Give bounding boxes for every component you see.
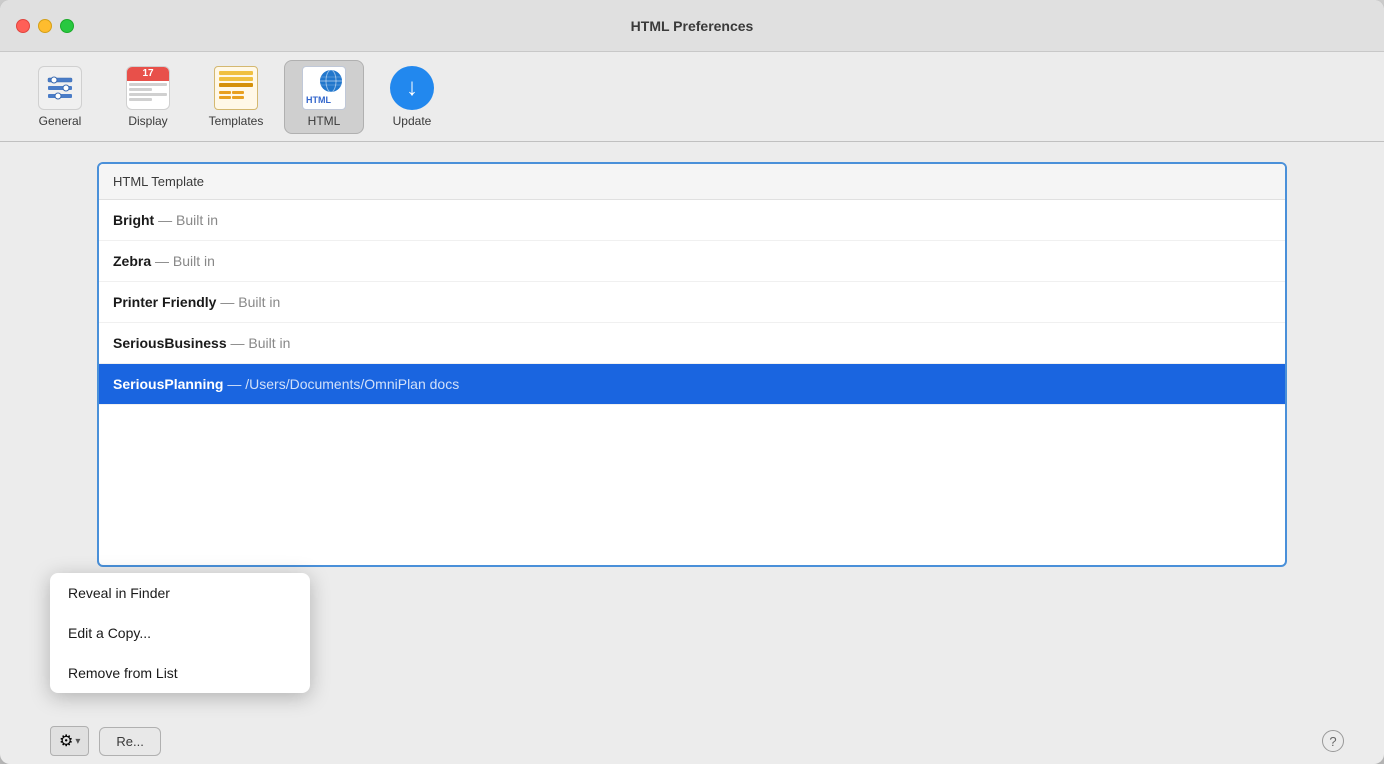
- toolbar-label-update: Update: [393, 114, 432, 128]
- display-icon: 17: [126, 66, 170, 110]
- toolbar-item-update[interactable]: ↓ Update: [372, 60, 452, 134]
- list-item-bright[interactable]: Bright — Built in: [99, 200, 1285, 241]
- html-icon: HTML: [302, 66, 346, 110]
- bottom-bar: ⚙ ▾ Reveal in Finder Edit a Copy... Remo…: [0, 718, 1384, 764]
- revert-button[interactable]: Re...: [99, 727, 160, 756]
- update-icon: ↓: [390, 66, 434, 110]
- toolbar-label-html: HTML: [308, 114, 341, 128]
- item-name-printer-friendly: Printer Friendly: [113, 294, 216, 310]
- general-icon: [38, 66, 82, 110]
- close-button[interactable]: [16, 19, 30, 33]
- window-title: HTML Preferences: [631, 18, 754, 34]
- toolbar-item-html[interactable]: HTML HTML: [284, 60, 364, 134]
- item-name-serious-business: SeriousBusiness: [113, 335, 227, 351]
- help-button[interactable]: ?: [1322, 730, 1344, 752]
- main-window: HTML Preferences: [0, 0, 1384, 764]
- item-subtitle-printer-friendly: — Built in: [220, 294, 280, 310]
- templates-icon: [214, 66, 258, 110]
- item-subtitle-serious-planning: — /Users/Documents/OmniPlan docs: [227, 376, 459, 392]
- item-name-bright: Bright: [113, 212, 154, 228]
- toolbar-item-general[interactable]: General: [20, 60, 100, 134]
- dropdown-item-edit-copy[interactable]: Edit a Copy...: [50, 613, 310, 653]
- list-item-serious-business[interactable]: SeriousBusiness — Built in: [99, 323, 1285, 364]
- list-item-serious-planning[interactable]: SeriousPlanning — /Users/Documents/OmniP…: [99, 364, 1285, 405]
- traffic-lights: [16, 19, 74, 33]
- dropdown-item-reveal-finder[interactable]: Reveal in Finder: [50, 573, 310, 613]
- template-list-box: HTML Template Bright — Built in Zebra — …: [97, 162, 1287, 567]
- item-subtitle-serious-business: — Built in: [231, 335, 291, 351]
- item-subtitle-bright: — Built in: [158, 212, 218, 228]
- item-name-serious-planning: SeriousPlanning: [113, 376, 223, 392]
- toolbar-item-templates[interactable]: Templates: [196, 60, 276, 134]
- list-empty-area: [99, 405, 1285, 565]
- maximize-button[interactable]: [60, 19, 74, 33]
- dropdown-item-remove-list[interactable]: Remove from List: [50, 653, 310, 693]
- gear-icon: ⚙: [59, 731, 73, 751]
- toolbar-label-display: Display: [128, 114, 167, 128]
- toolbar-item-display[interactable]: 17 Display: [108, 60, 188, 134]
- list-header: HTML Template: [99, 164, 1285, 200]
- item-subtitle-zebra: — Built in: [155, 253, 215, 269]
- title-bar: HTML Preferences: [0, 0, 1384, 52]
- display-day: 17: [142, 68, 153, 79]
- toolbar: General 17 Display: [0, 52, 1384, 142]
- list-item-printer-friendly[interactable]: Printer Friendly — Built in: [99, 282, 1285, 323]
- gear-dropdown-menu: Reveal in Finder Edit a Copy... Remove f…: [50, 573, 310, 693]
- toolbar-label-templates: Templates: [209, 114, 264, 128]
- list-item-zebra[interactable]: Zebra — Built in: [99, 241, 1285, 282]
- item-name-zebra: Zebra: [113, 253, 151, 269]
- chevron-down-icon: ▾: [75, 736, 80, 747]
- gear-menu-button[interactable]: ⚙ ▾: [50, 726, 89, 756]
- minimize-button[interactable]: [38, 19, 52, 33]
- toolbar-label-general: General: [39, 114, 82, 128]
